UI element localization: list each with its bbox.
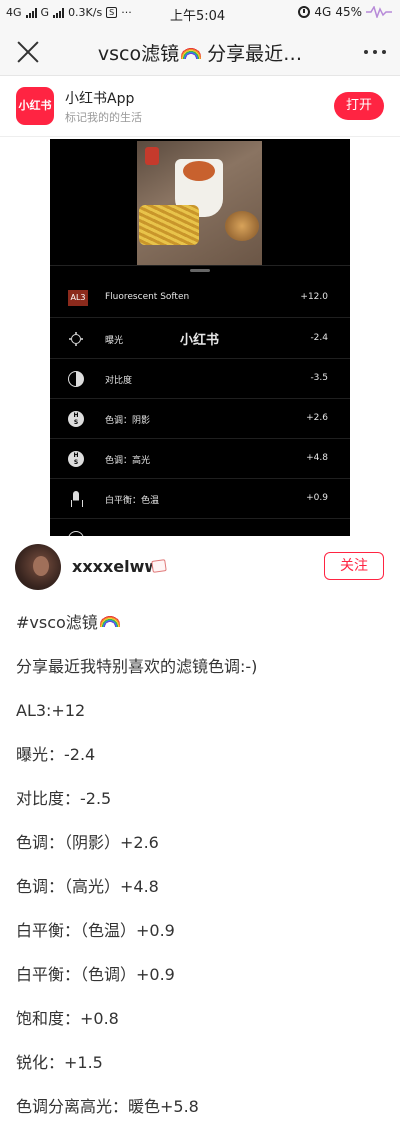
post-body: #vsco滤镜 分享最近我特别喜欢的滤镜色调:-) AL3:+12 曝光：-2.… bbox=[16, 612, 386, 1130]
follow-button[interactable]: 关注 bbox=[324, 552, 384, 580]
adjustment-value: +0.9 bbox=[306, 493, 328, 503]
adjustment-value: -3.5 bbox=[310, 373, 328, 383]
post-line: 色调：（高光）+4.8 bbox=[16, 877, 159, 896]
rainbow-icon bbox=[99, 615, 120, 627]
signal-icon bbox=[25, 7, 37, 18]
food-shape bbox=[183, 161, 215, 181]
open-app-button[interactable]: 打开 bbox=[334, 92, 384, 120]
network-label-right: 4G bbox=[314, 5, 332, 19]
exposure-sun-icon bbox=[71, 334, 81, 344]
battery-level: 45% bbox=[335, 5, 362, 19]
al3-preset-icon: AL3 bbox=[68, 290, 88, 306]
sim-icon: S bbox=[106, 7, 118, 18]
page-title-text: vsco滤镜 bbox=[97, 43, 180, 65]
pulse-icon bbox=[366, 6, 392, 18]
post-line: 白平衡：（色温）+0.9 bbox=[16, 921, 175, 940]
status-right: 4G 45% bbox=[298, 5, 392, 19]
page-title: vsco滤镜 分享最近… bbox=[70, 39, 330, 66]
post-line: 分享最近我特别喜欢的滤镜色调:-) bbox=[16, 657, 258, 676]
adjustment-label: 色调：阴影 bbox=[105, 416, 151, 426]
adjustment-row: 白平衡：色温 +0.9 bbox=[50, 479, 350, 519]
status-left: 4G G 0.3K/s S ··· bbox=[6, 6, 132, 19]
post-hashtag-line: #vsco滤镜 bbox=[16, 612, 386, 656]
post-line: 白平衡：（色调）+0.9 bbox=[16, 965, 175, 984]
page-title-suffix: 分享最近… bbox=[207, 43, 303, 65]
editor-divider bbox=[50, 265, 350, 266]
fries-shape bbox=[139, 205, 199, 245]
network-label-2: G bbox=[40, 6, 50, 19]
adjustment-row: HS 色调：高光 +4.8 bbox=[50, 439, 350, 479]
white-balance-icon bbox=[71, 491, 83, 507]
burger-shape bbox=[225, 211, 259, 241]
adjustment-label: 曝光 bbox=[105, 336, 124, 346]
adjustment-row: 对比度 -3.5 bbox=[50, 359, 350, 399]
signal-icon-2 bbox=[53, 7, 65, 18]
adjustment-row: HS 色调：阴影 +2.6 bbox=[50, 399, 350, 439]
adjustment-label: 色调：高光 bbox=[105, 456, 151, 466]
author-name[interactable]: xxxxelww bbox=[72, 557, 159, 576]
hsl-icon: HS bbox=[68, 451, 84, 467]
close-icon[interactable] bbox=[14, 38, 42, 66]
app-slogan: 标记我的的生活 bbox=[65, 111, 142, 124]
post-image[interactable]: AL3 Fluorescent Soften +12.0 曝光 小红书 -2.4… bbox=[50, 139, 350, 536]
drag-handle bbox=[190, 269, 210, 272]
more-status-dots: ··· bbox=[121, 6, 132, 19]
app-download-banner: 小红书 小红书App 标记我的的生活 打开 bbox=[0, 77, 400, 137]
author-avatar[interactable] bbox=[15, 544, 61, 590]
status-time: 上午5:04 bbox=[170, 9, 226, 24]
post-line: 对比度：-2.5 bbox=[16, 789, 112, 808]
adjustment-value: +12.0 bbox=[300, 292, 328, 302]
hsl-icon: HS bbox=[68, 411, 84, 427]
adjustment-label: 对比度 bbox=[105, 376, 133, 386]
adjustment-value: -2.4 bbox=[310, 333, 328, 343]
food-photo bbox=[137, 141, 262, 265]
post-line: 色调分离高光：暖色+5.8 bbox=[16, 1097, 199, 1116]
adjustment-value: +2.6 bbox=[306, 413, 328, 423]
adjustment-row: AL3 Fluorescent Soften +12.0 bbox=[50, 278, 350, 318]
post-line: 锐化：+1.5 bbox=[16, 1053, 103, 1072]
network-label-1: 4G bbox=[6, 6, 22, 19]
network-speed: 0.3K/s bbox=[68, 6, 103, 19]
contrast-icon bbox=[68, 371, 84, 387]
cup-shape bbox=[145, 147, 159, 165]
alarm-icon bbox=[298, 6, 311, 18]
title-bar: vsco滤镜 分享最近… bbox=[0, 28, 400, 76]
post-line: 饱和度：+0.8 bbox=[16, 1009, 119, 1028]
partial-adjustment-icon bbox=[68, 531, 84, 536]
adjustment-value: +4.8 bbox=[306, 453, 328, 463]
status-bar: 4G G 0.3K/s S ··· 上午5:04 4G 45% bbox=[0, 0, 400, 28]
more-options-icon[interactable] bbox=[364, 50, 386, 54]
post-line: 曝光：-2.4 bbox=[16, 745, 96, 764]
post-line: AL3:+12 bbox=[16, 701, 86, 720]
level-badge-icon bbox=[151, 559, 167, 573]
rainbow-icon bbox=[181, 47, 202, 59]
adjustment-row: 曝光 小红书 -2.4 bbox=[50, 319, 350, 359]
post-line: 色调：（阴影）+2.6 bbox=[16, 833, 159, 852]
adjustment-label: 白平衡：色温 bbox=[105, 496, 160, 506]
xiaohongshu-watermark: 小红书 bbox=[180, 333, 220, 348]
app-name: 小红书App bbox=[65, 91, 135, 107]
adjustment-label: Fluorescent Soften bbox=[105, 292, 190, 302]
app-logo: 小红书 bbox=[16, 87, 54, 125]
post-hashtag[interactable]: #vsco滤镜 bbox=[16, 613, 98, 632]
